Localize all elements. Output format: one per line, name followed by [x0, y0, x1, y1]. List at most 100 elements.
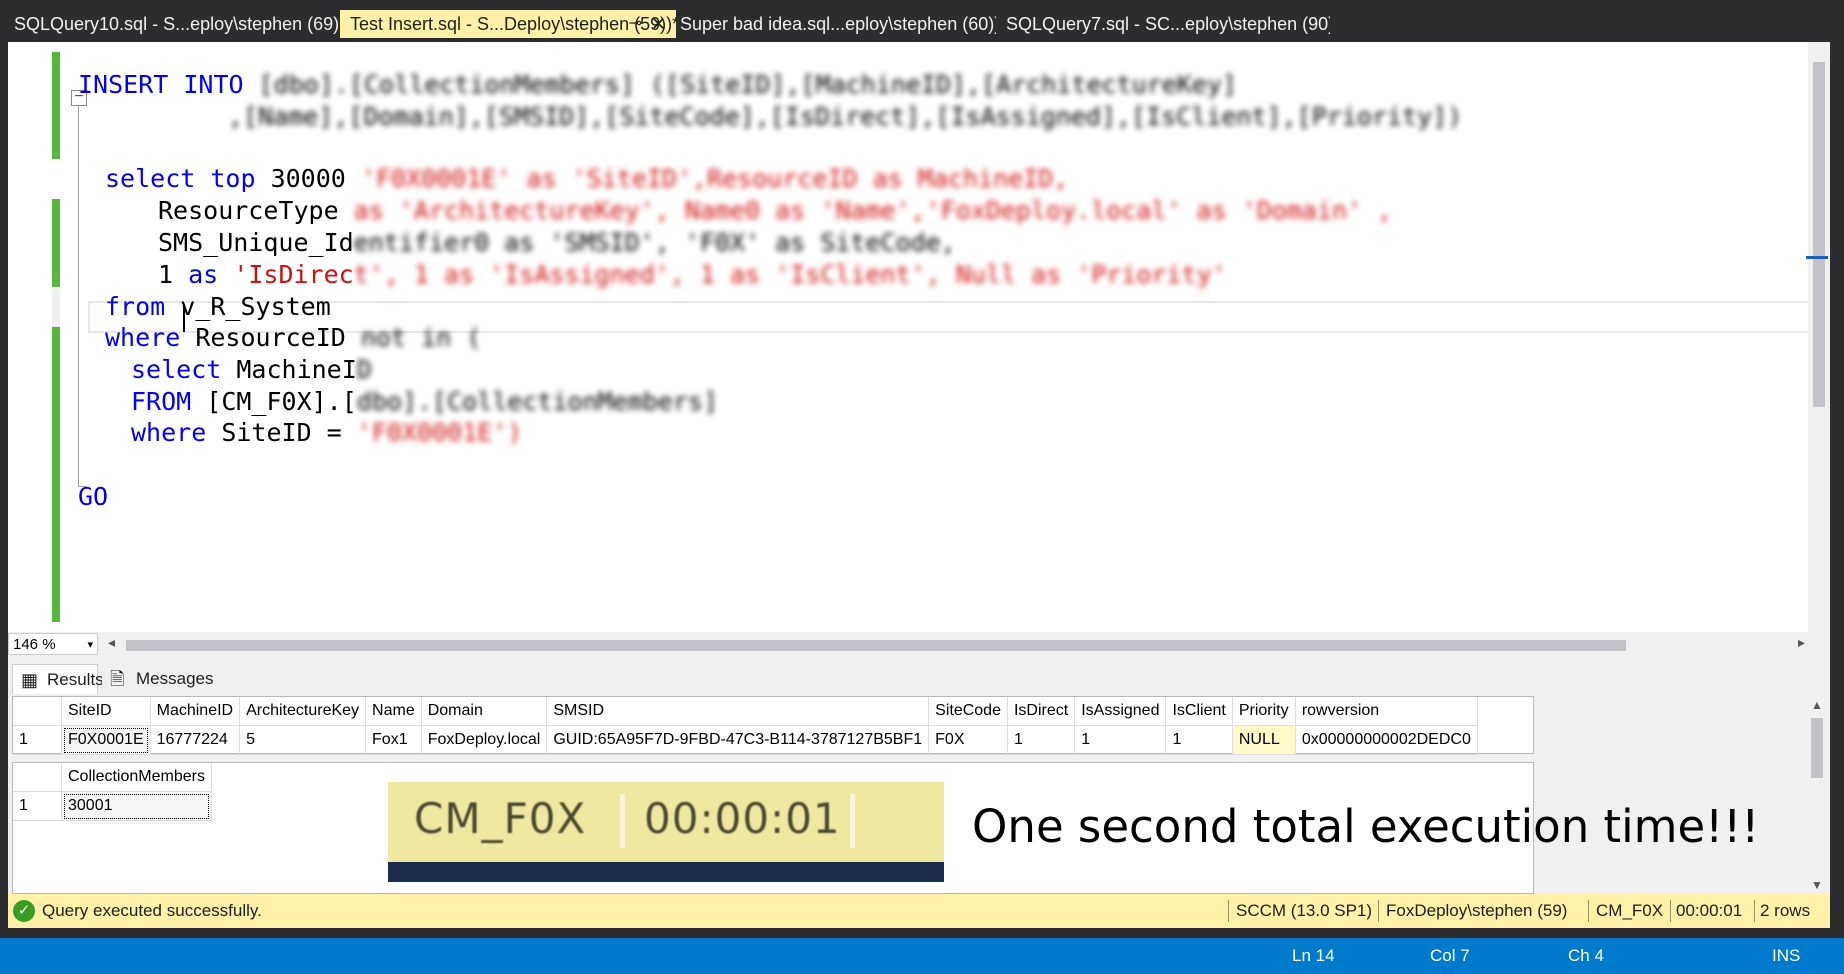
tab-messages[interactable]: 🗎 Messages	[102, 664, 213, 694]
column-header[interactable]: ArchitectureKey	[239, 697, 367, 726]
connected-user: FoxDeploy\stephen (59)	[1386, 901, 1568, 920]
table-header-row: SiteID MachineID ArchitectureKey Name Do…	[13, 697, 1478, 726]
code-line-6: 1 as 'IsDirect', 1 as 'IsAssigned', 1 as…	[158, 260, 1227, 289]
table-header-row: CollectionMembers	[13, 763, 212, 792]
results-vertical-scrollbar[interactable]: ▲ ▼	[1806, 698, 1828, 892]
zoom-value: 146 %	[13, 636, 56, 653]
tab-sqlquery7[interactable]: SQLQuery7.sql - SC...eploy\stephen (90))	[996, 10, 1330, 38]
table-cell[interactable]: 1	[1074, 725, 1167, 755]
column-header[interactable]: MachineID	[150, 697, 241, 726]
callout-separator	[850, 794, 855, 848]
grid-icon: ▦	[21, 670, 39, 690]
column-header[interactable]: Domain	[421, 697, 548, 726]
column-header[interactable]: IsClient	[1165, 697, 1233, 726]
table-cell[interactable]: 1	[1165, 725, 1233, 755]
query-editor[interactable]: − INSERT INTO [dbo].[CollectionMembers] …	[8, 42, 1830, 632]
line-number: Ln 14	[1292, 946, 1335, 965]
change-tracking-bar	[52, 52, 60, 622]
scrollbar-thumb[interactable]	[1811, 718, 1823, 778]
code-line-12: GO	[78, 482, 109, 511]
editor-bottom-bar: 146 % ▾ ◂ ▸	[8, 632, 1830, 658]
code-line-8: where ResourceID not in (	[105, 323, 482, 352]
table-cell[interactable]: Fox1	[365, 725, 422, 755]
row-number-header	[13, 763, 62, 792]
status-divider	[1378, 900, 1379, 922]
ide-status-bar: Ln 14 Col 7 Ch 4 INS	[0, 938, 1844, 974]
pin-icon[interactable]: ⊸	[629, 10, 642, 38]
callout-band	[388, 862, 944, 882]
column-header[interactable]: SiteCode	[928, 697, 1008, 726]
column-header[interactable]: SMSID	[546, 697, 930, 726]
tab-results-label: Results	[47, 670, 104, 689]
horizontal-scrollbar-thumb[interactable]	[126, 640, 1626, 651]
result-grid-1[interactable]: SiteID MachineID ArchitectureKey Name Do…	[12, 696, 1534, 755]
table-cell-null[interactable]: NULL	[1232, 725, 1296, 755]
table-cell[interactable]: F0X	[928, 725, 1008, 755]
result-table-1: SiteID MachineID ArchitectureKey Name Do…	[13, 697, 1478, 755]
zoom-select[interactable]: 146 % ▾	[8, 633, 98, 655]
success-check-icon: ✓	[13, 900, 35, 922]
tab-test-insert[interactable]: Test Insert.sql - S...Deploy\stephen (59…	[340, 10, 676, 38]
table-cell[interactable]: FoxDeploy.local	[421, 725, 548, 755]
table-cell[interactable]: GUID:65A95F7D-9FBD-47C3-B114-3787127B5BF…	[546, 725, 930, 755]
table-cell[interactable]: F0X0001E	[61, 725, 151, 755]
tab-label: SQLQuery10.sql - S...eploy\stephen (69))…	[14, 14, 338, 34]
scroll-left-icon[interactable]: ◂	[108, 634, 115, 651]
messages-icon: 🗎	[110, 669, 125, 689]
column-header[interactable]: IsAssigned	[1074, 697, 1167, 726]
code-line-10: FROM [CM_F0X].[dbo].[CollectionMembers]	[131, 387, 719, 416]
scrollbar-thumb[interactable]	[1813, 62, 1825, 407]
column-header[interactable]: Name	[365, 697, 422, 726]
tab-sqlquery10[interactable]: SQLQuery10.sql - S...eploy\stephen (69))…	[4, 10, 338, 38]
row-number[interactable]: 1	[13, 725, 62, 755]
table-cell[interactable]: 16777224	[150, 725, 241, 755]
editor-vertical-scrollbar[interactable]	[1806, 42, 1830, 632]
char-number: Ch 4	[1568, 946, 1604, 965]
callout-elapsed-time: 00:00:01	[644, 794, 841, 843]
database-name: CM_F0X	[1596, 901, 1664, 920]
code-line-2: ,[Name],[Domain],[SMSID],[SiteCode],[IsD…	[228, 102, 1463, 131]
change-tracking-gap	[52, 159, 60, 199]
scroll-up-icon[interactable]: ▲	[1811, 698, 1823, 712]
column-header[interactable]: CollectionMembers	[61, 763, 212, 792]
tab-results[interactable]: ▦ Results	[12, 664, 104, 694]
callout-database: CM_F0X	[414, 794, 587, 843]
chevron-down-icon[interactable]: ▾	[87, 634, 93, 656]
row-number[interactable]: 1	[13, 791, 62, 821]
column-header[interactable]: SiteID	[61, 697, 151, 726]
scroll-down-icon[interactable]: ▼	[1811, 878, 1823, 892]
table-row[interactable]: 1 F0X0001E 16777224 5 Fox1 FoxDeploy.loc…	[13, 725, 1478, 755]
tab-super-bad-idea[interactable]: Super bad idea.sql...eploy\stephen (60))	[670, 10, 996, 38]
tab-label: Test Insert.sql - S...Deploy\stephen (59…	[350, 14, 676, 34]
tab-label: Super bad idea.sql...eploy\stephen (60))	[680, 14, 996, 34]
query-status-message: Query executed successfully.	[42, 901, 262, 920]
document-tab-bar: SQLQuery10.sql - S...eploy\stephen (69))…	[0, 0, 1844, 42]
column-header[interactable]: IsDirect	[1007, 697, 1076, 726]
code-line-1: INSERT INTO [dbo].[CollectionMembers] ([…	[78, 70, 1237, 99]
status-divider	[1670, 900, 1671, 922]
column-header[interactable]: Priority	[1232, 697, 1296, 726]
table-cell[interactable]: 0x00000000002DEDC0	[1295, 725, 1478, 755]
row-number-header	[13, 697, 62, 726]
code-line-7: from v_R_System	[105, 292, 331, 321]
query-status-bar: ✓ Query executed successfully. SCCM (13.…	[8, 894, 1830, 928]
code-line-11: where SiteID = 'F0X0001E')	[131, 418, 523, 447]
outline-line	[78, 106, 79, 486]
column-header[interactable]: rowversion	[1295, 697, 1478, 726]
row-count: 2 rows	[1760, 901, 1811, 920]
table-cell[interactable]: 5	[239, 725, 367, 755]
code-line-4: ResourceType as 'ArchitectureKey', Name0…	[158, 196, 1393, 225]
table-row[interactable]: 1 30001	[13, 791, 212, 821]
insert-mode: INS	[1772, 946, 1801, 965]
tab-label: SQLQuery7.sql - SC...eploy\stephen (90))	[1006, 14, 1330, 34]
tab-messages-label: Messages	[136, 669, 214, 688]
callout-separator	[620, 794, 625, 848]
zoomed-status-callout: CM_F0X 00:00:01	[388, 782, 944, 882]
code-line-3: select top 30000 'F0X0001E' as 'SiteID',…	[105, 164, 1069, 193]
annotation-text: One second total execution time!!!	[972, 800, 1760, 853]
scroll-right-icon[interactable]: ▸	[1798, 634, 1805, 651]
table-cell[interactable]: 30001	[61, 791, 212, 821]
table-cell[interactable]: 1	[1007, 725, 1076, 755]
server-name: SCCM (13.0 SP1)	[1236, 901, 1373, 920]
close-icon[interactable]: ✕	[651, 10, 666, 38]
